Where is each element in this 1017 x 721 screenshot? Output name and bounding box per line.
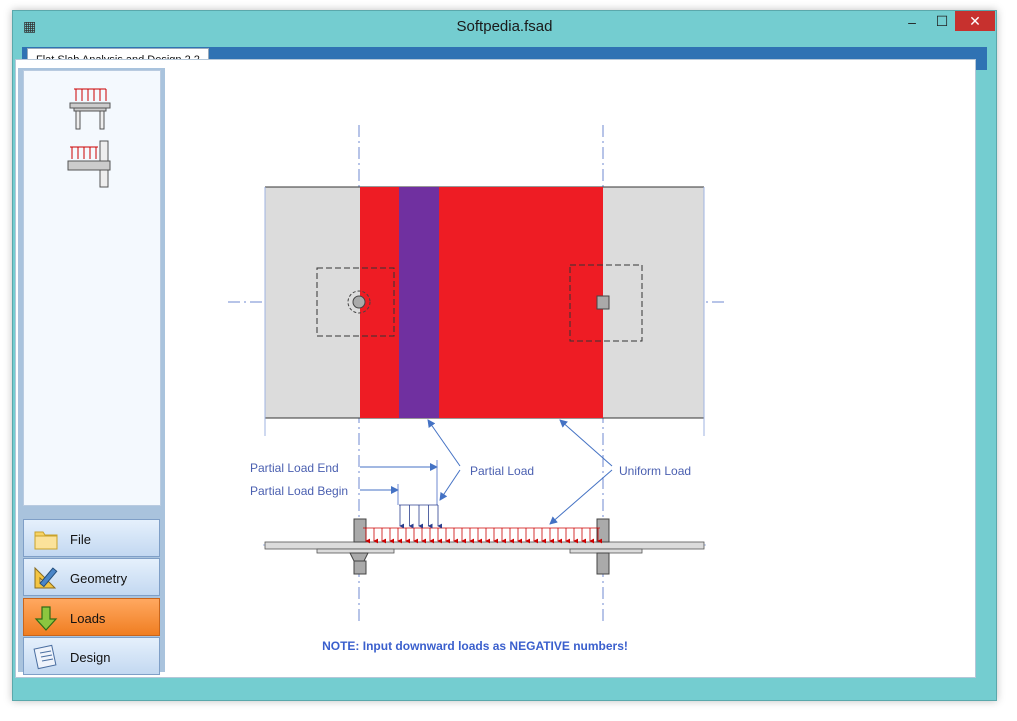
- column-circular: [352, 295, 366, 309]
- partial-load-end-label: Partial Load End: [250, 461, 339, 475]
- slab-section: [263, 518, 706, 575]
- partial-load-label: Partial Load: [470, 464, 534, 478]
- partial-load-arrows: [399, 505, 442, 529]
- partial-load-begin-label: Partial Load Begin: [250, 484, 348, 498]
- partial-load-region: [399, 187, 439, 418]
- uniform-load-label: Uniform Load: [619, 464, 691, 478]
- note-text: NOTE: Input downward loads as NEGATIVE n…: [322, 639, 628, 653]
- uniform-load-arrows: [365, 528, 602, 544]
- uniform-load-region: [360, 187, 603, 418]
- column-square: [596, 295, 610, 310]
- load-diagram: Partial Load End Partial Load Begin Part…: [228, 125, 728, 653]
